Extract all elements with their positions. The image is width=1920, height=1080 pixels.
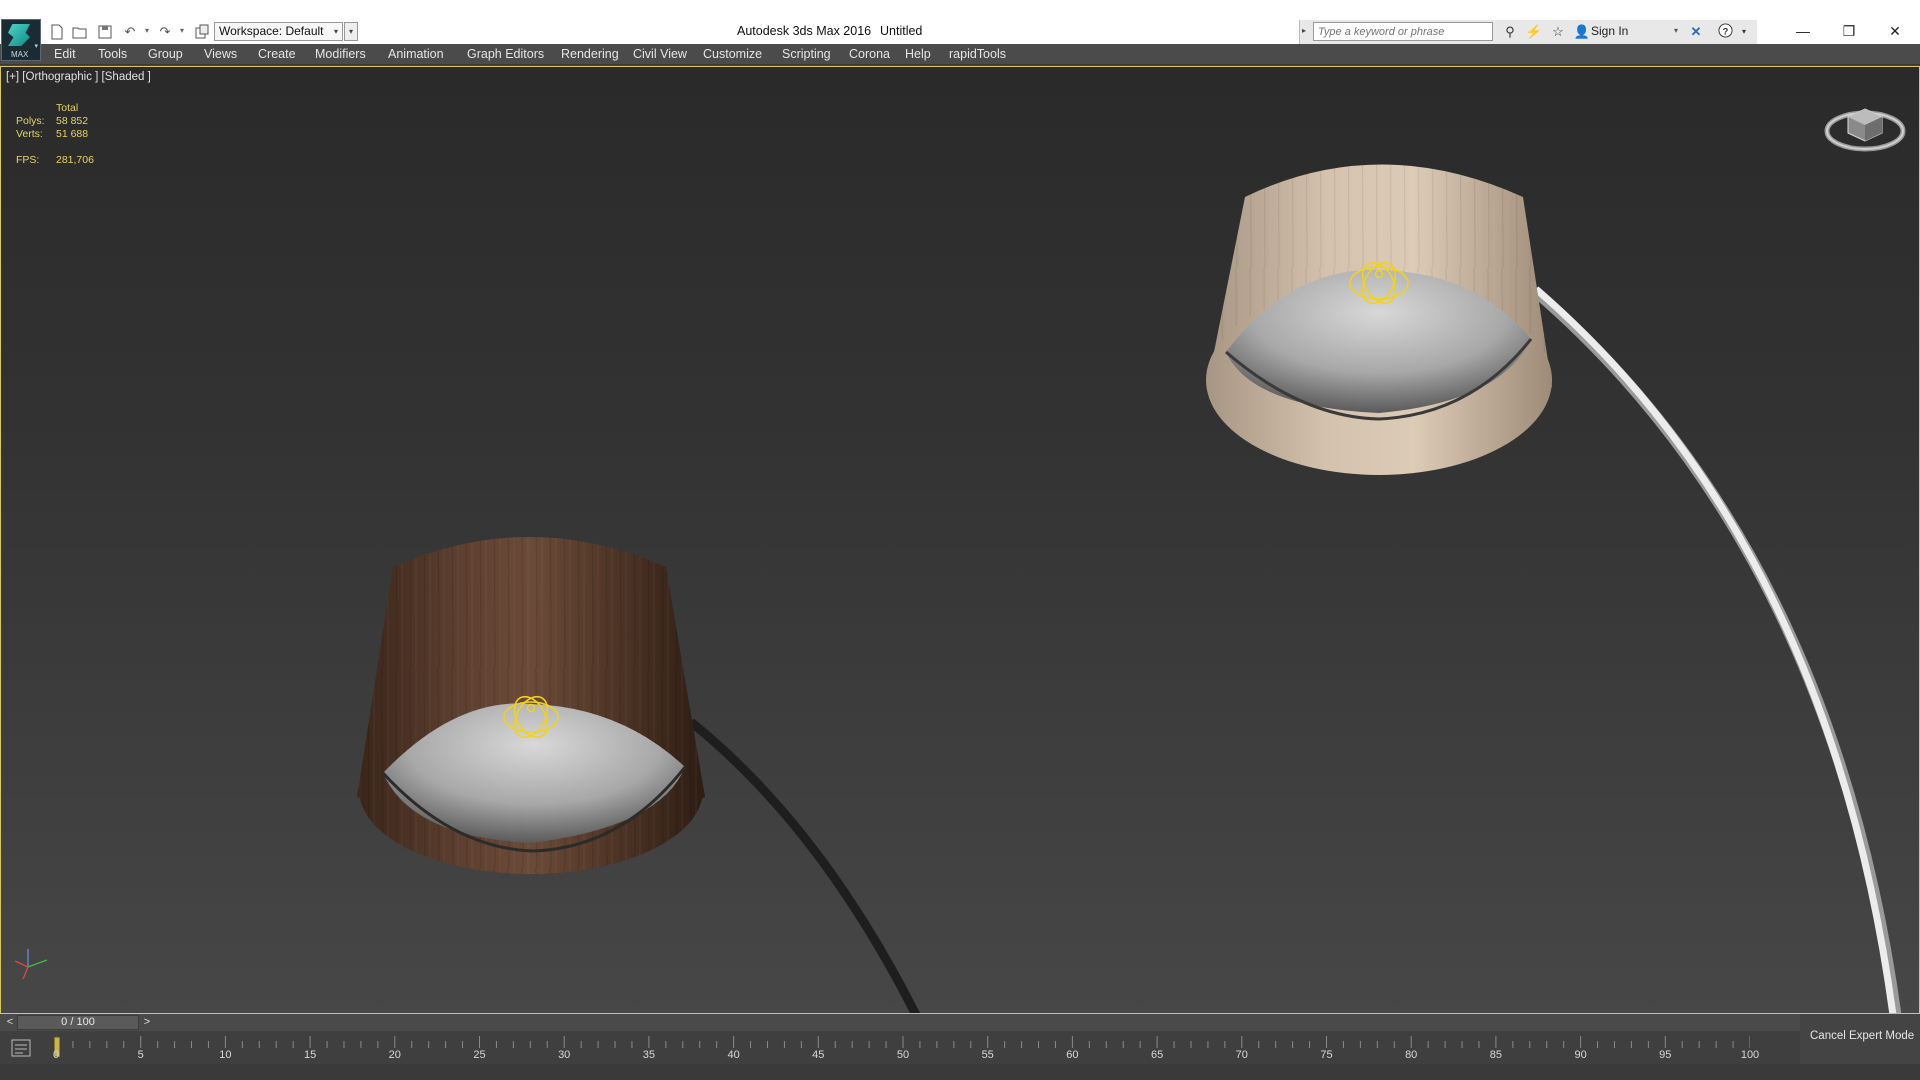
menu-animation[interactable]: Animation bbox=[388, 47, 444, 61]
undo-dropdown-icon[interactable]: ▾ bbox=[145, 26, 149, 35]
menu-tools[interactable]: Tools bbox=[98, 47, 127, 61]
frame-tick-label: 35 bbox=[642, 1049, 656, 1061]
stats-fps-label: FPS: bbox=[16, 154, 40, 166]
quick-access-customize-icon[interactable]: ▾ bbox=[344, 22, 358, 41]
frame-tick-label: 55 bbox=[981, 1049, 994, 1061]
time-slider[interactable]: 0 / 100 bbox=[17, 1015, 139, 1030]
help-icon[interactable]: ? bbox=[1715, 23, 1735, 41]
undo-icon[interactable]: ↶ bbox=[120, 22, 140, 42]
chevron-down-icon: ▾ bbox=[34, 43, 38, 50]
time-slider-bar: < 0 / 100 > bbox=[0, 1014, 1800, 1031]
stats-verts-label: Verts: bbox=[16, 128, 43, 140]
viewport-orthographic[interactable]: [+] [Orthographic ] [Shaded ] Total Poly… bbox=[0, 66, 1920, 1014]
menu-scripting[interactable]: Scripting bbox=[782, 47, 831, 61]
frame-tick-label: 65 bbox=[1150, 1049, 1164, 1061]
window-title: Autodesk 3ds Max 2016 bbox=[737, 24, 872, 38]
restore-button[interactable]: ❐ bbox=[1826, 18, 1872, 44]
search-input[interactable] bbox=[1313, 22, 1493, 41]
infocenter: ▸ ⚲ ⚡ ☆ 👤 Sign In ▾ ✕ ? ▾ bbox=[1299, 20, 1757, 44]
menu-corona[interactable]: Corona bbox=[849, 47, 890, 61]
dark-lamp-arm bbox=[688, 718, 921, 1013]
frame-tick-label: 70 bbox=[1235, 1049, 1248, 1061]
menu-group[interactable]: Group bbox=[148, 47, 183, 61]
frame-tick-label: 40 bbox=[727, 1049, 740, 1061]
menu-help[interactable]: Help bbox=[905, 47, 931, 61]
svg-text:?: ? bbox=[1722, 26, 1728, 36]
redo-icon[interactable]: ↷ bbox=[155, 22, 175, 42]
frame-tick-label: 95 bbox=[1659, 1049, 1672, 1061]
collapse-arrow-icon[interactable]: ▸ bbox=[1302, 26, 1306, 35]
close-button[interactable]: ✕ bbox=[1872, 18, 1918, 44]
frame-tick-label: 60 bbox=[1066, 1049, 1079, 1061]
exchange-apps-icon[interactable]: ✕ bbox=[1686, 23, 1706, 41]
stats-total-label: Total bbox=[56, 102, 79, 114]
minimize-button[interactable]: — bbox=[1780, 18, 1826, 44]
stats-verts-value: 51 688 bbox=[56, 128, 89, 140]
app-logo-icon bbox=[8, 24, 30, 46]
menu-rendering[interactable]: Rendering bbox=[561, 47, 619, 61]
time-next-button[interactable]: > bbox=[140, 1014, 154, 1031]
menu-edit[interactable]: Edit bbox=[54, 47, 76, 61]
menu-views[interactable]: Views bbox=[204, 47, 237, 61]
frame-tick-label: 25 bbox=[473, 1049, 486, 1061]
chevron-down-icon: ▾ bbox=[333, 27, 338, 36]
status-bar bbox=[0, 1064, 1920, 1080]
frame-tick-label: 10 bbox=[219, 1049, 232, 1061]
user-icon: 👤 bbox=[1573, 24, 1591, 39]
frame-tick-label: 5 bbox=[137, 1049, 144, 1061]
subscription-icon[interactable]: ⚡ bbox=[1524, 23, 1544, 41]
frame-tick-label: 90 bbox=[1574, 1049, 1587, 1061]
menu-bar: Edit Tools Group Views Create Modifiers … bbox=[0, 44, 1920, 65]
axis-tripod-icon bbox=[14, 949, 48, 980]
viewport-label-menu[interactable]: [+] [Orthographic ] [Shaded ] bbox=[6, 71, 151, 83]
menu-customize[interactable]: Customize bbox=[703, 47, 762, 61]
stats-fps-value: 281,706 bbox=[56, 154, 94, 166]
chevron-down-icon[interactable]: ▾ bbox=[1674, 26, 1678, 35]
menu-graph-editors[interactable]: Graph Editors bbox=[467, 47, 544, 61]
curve-editor-icon[interactable] bbox=[11, 1039, 31, 1057]
stats-polys-label: Polys: bbox=[16, 115, 45, 127]
frame-tick-label: 85 bbox=[1489, 1049, 1503, 1061]
favorites-star-icon[interactable]: ☆ bbox=[1548, 23, 1568, 41]
document-title: Untitled bbox=[880, 24, 923, 38]
frame-tick-label: 15 bbox=[303, 1049, 317, 1061]
cancel-expert-mode-button[interactable]: Cancel Expert Mode bbox=[1810, 1030, 1914, 1042]
menu-create[interactable]: Create bbox=[258, 47, 296, 61]
light-lamp-shade bbox=[1206, 164, 1552, 475]
app-logo-text: MAX bbox=[11, 50, 29, 59]
sign-in-button[interactable]: Sign In bbox=[1591, 24, 1628, 38]
workspace-select-value: Workspace: Default bbox=[219, 24, 324, 38]
open-file-icon[interactable] bbox=[70, 22, 90, 42]
white-lamp-arm bbox=[1533, 286, 1897, 1013]
frame-tick-label: 20 bbox=[388, 1049, 401, 1061]
workspace-select[interactable]: Workspace: Default ▾ bbox=[214, 22, 343, 41]
menu-civil-view[interactable]: Civil View bbox=[633, 47, 687, 61]
redo-dropdown-icon[interactable]: ▾ bbox=[180, 26, 184, 35]
dark-lamp-shade bbox=[357, 537, 705, 874]
save-icon[interactable] bbox=[95, 22, 115, 42]
frame-tick-label: 100 bbox=[1740, 1049, 1760, 1061]
frame-tick-label: 80 bbox=[1405, 1049, 1418, 1061]
app-menu-button[interactable]: MAX ▾ bbox=[1, 19, 41, 61]
viewcube-icon[interactable] bbox=[1824, 97, 1906, 157]
frame-tick-label: 75 bbox=[1320, 1049, 1333, 1061]
frame-tick-label: 0 bbox=[52, 1049, 60, 1061]
new-file-icon[interactable] bbox=[47, 22, 67, 42]
track-bar[interactable]: 0 5 10 15 20 25 30 35 40 45 50 55 60 65 70 75 80 85 90 95 10… bbox=[0, 1031, 1800, 1064]
binoculars-icon[interactable]: ⚲ bbox=[1500, 23, 1520, 41]
menu-modifiers[interactable]: Modifiers bbox=[315, 47, 366, 61]
frame-tick-label: 45 bbox=[812, 1049, 825, 1061]
chevron-down-icon[interactable]: ▾ bbox=[1734, 23, 1754, 41]
time-prev-button[interactable]: < bbox=[3, 1014, 17, 1031]
stats-polys-value: 58 852 bbox=[56, 115, 89, 127]
white-lamp-arm-shadow bbox=[1532, 287, 1902, 1013]
menu-rapidtools[interactable]: rapidTools bbox=[949, 47, 1006, 61]
frame-tick-label: 50 bbox=[896, 1049, 910, 1061]
scene-render bbox=[14, 164, 1902, 1013]
frame-tick-label: 30 bbox=[558, 1049, 571, 1061]
project-folder-icon[interactable] bbox=[192, 22, 212, 42]
title-bar: MAX ▾ ↶ ▾ ↷ ▾ Workspace: Default ▾ ▾ Aut… bbox=[0, 0, 1920, 61]
frame-ruler bbox=[56, 1036, 1750, 1048]
